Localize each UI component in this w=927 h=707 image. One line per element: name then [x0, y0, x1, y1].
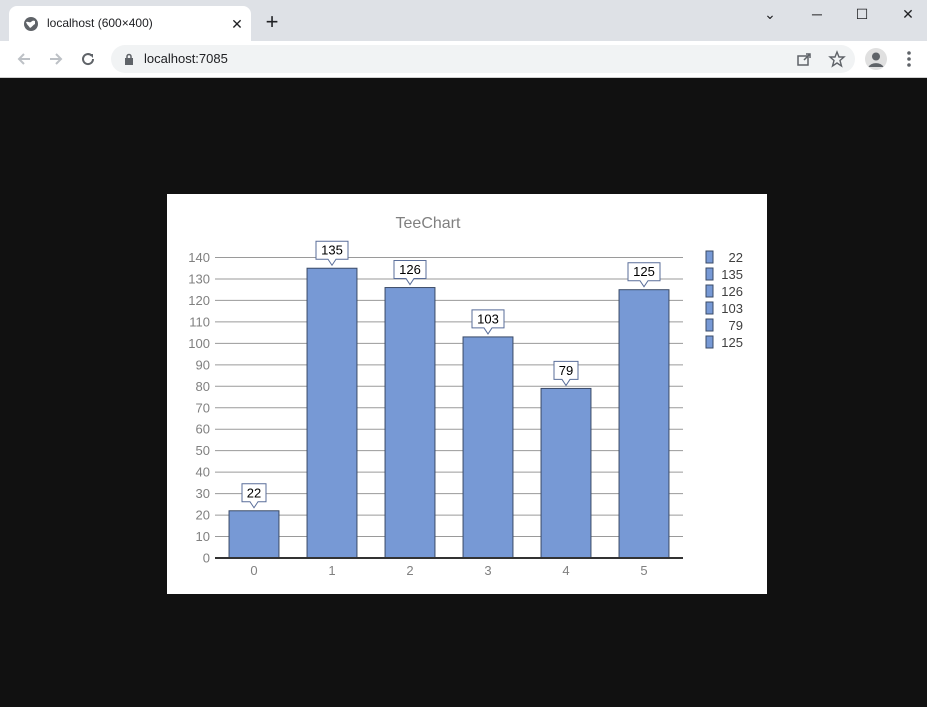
- globe-icon: [24, 17, 38, 31]
- data-label: 126: [393, 260, 427, 286]
- y-tick-label: 60: [196, 422, 210, 437]
- x-tick-label: 3: [484, 563, 491, 578]
- legend-item[interactable]: 79: [705, 318, 743, 333]
- legend-swatch: [705, 301, 714, 315]
- forward-button[interactable]: [46, 49, 66, 69]
- y-tick-label: 40: [196, 465, 210, 480]
- legend-swatch: [705, 284, 714, 298]
- data-label: 22: [241, 483, 267, 509]
- new-tab-button[interactable]: +: [262, 11, 282, 33]
- legend-item[interactable]: 126: [705, 284, 743, 299]
- browser-tab[interactable]: localhost (600×400) ✕: [9, 6, 251, 41]
- y-axis-ticks: 0 10 20 30 40 50 60 70 80 90 100 110 120 130 140: [188, 250, 210, 566]
- tab-search-icon[interactable]: ⌄: [750, 4, 790, 24]
- reload-icon: [82, 53, 95, 66]
- bar: [540, 387, 592, 559]
- data-label-text: 22: [247, 485, 261, 500]
- data-label: 79: [553, 360, 579, 387]
- legend-item[interactable]: 103: [705, 301, 743, 316]
- x-axis-ticks: 0 1 2 3 4 5: [215, 557, 683, 578]
- bar: [618, 289, 670, 559]
- bar: [462, 336, 514, 559]
- legend[interactable]: 22 135 126 103 79 125: [705, 250, 743, 350]
- share-icon[interactable]: [795, 50, 813, 68]
- legend-label: 103: [721, 301, 743, 316]
- legend-item[interactable]: 135: [705, 267, 743, 282]
- legend-label: 126: [721, 284, 743, 299]
- chart-canvas[interactable]: TeeChart 0 10 20 30 40 50 60 70 80 90 100 110 120 130…: [167, 194, 767, 594]
- kebab-menu-icon[interactable]: [900, 49, 918, 69]
- legend-swatch: [705, 250, 714, 264]
- legend-swatch: [705, 267, 714, 281]
- legend-label: 135: [721, 267, 743, 282]
- y-tick-label: 110: [189, 314, 210, 329]
- x-tick-label: 4: [562, 563, 569, 578]
- bar-chart: TeeChart 0102030405060708090100110120130…: [188, 215, 743, 578]
- arrow-right-icon: [50, 53, 63, 65]
- chart-title: TeeChart: [396, 215, 461, 232]
- bar: [384, 287, 436, 559]
- y-tick-label: 100: [188, 336, 210, 351]
- bar: [306, 267, 358, 559]
- y-tick-label: 120: [188, 293, 210, 308]
- avatar-icon[interactable]: [865, 48, 887, 70]
- data-label: 125: [627, 262, 661, 288]
- close-tab-icon[interactable]: ✕: [229, 16, 245, 32]
- x-tick-label: 2: [406, 563, 413, 578]
- x-tick-label: 0: [250, 563, 257, 578]
- address-bar[interactable]: localhost:7085: [111, 45, 855, 73]
- close-window-icon[interactable]: ✕: [888, 4, 927, 24]
- browser-toolbar: localhost:7085: [0, 41, 927, 78]
- bar-series: [228, 267, 670, 559]
- legend-item[interactable]: 125: [705, 335, 743, 350]
- y-tick-label: 0: [203, 551, 210, 566]
- lock-icon: [125, 53, 133, 65]
- x-tick-label: 1: [328, 563, 335, 578]
- legend-item[interactable]: 22: [705, 250, 743, 265]
- data-label-text: 79: [559, 363, 573, 378]
- x-tick-label: 5: [640, 563, 647, 578]
- y-tick-label: 30: [196, 486, 210, 501]
- url-text: localhost:7085: [144, 51, 228, 66]
- data-label: 103: [471, 309, 505, 335]
- data-label-text: 125: [633, 264, 655, 279]
- legend-label: 125: [721, 335, 743, 350]
- reload-button[interactable]: [78, 49, 98, 69]
- legend-swatch: [705, 318, 714, 332]
- grid-lines: [215, 257, 683, 538]
- y-tick-label: 80: [196, 379, 210, 394]
- y-tick-label: 50: [196, 443, 210, 458]
- legend-label: 22: [729, 250, 743, 265]
- tab-strip: localhost (600×400) ✕ + ⌄ ─ ☐ ✕: [0, 0, 927, 41]
- arrow-left-icon: [17, 53, 30, 65]
- data-label-text: 103: [477, 311, 499, 326]
- data-label-text: 126: [399, 262, 421, 277]
- legend-label: 79: [729, 318, 743, 333]
- y-tick-label: 130: [188, 271, 210, 286]
- y-tick-label: 70: [196, 400, 210, 415]
- data-label-text: 135: [321, 243, 343, 258]
- legend-swatch: [705, 335, 714, 349]
- data-label: 135: [315, 240, 349, 267]
- y-tick-label: 90: [196, 357, 210, 372]
- back-button[interactable]: [14, 49, 34, 69]
- y-tick-label: 140: [188, 250, 210, 265]
- y-tick-label: 20: [196, 508, 210, 523]
- star-icon[interactable]: [828, 50, 846, 68]
- y-tick-label: 10: [196, 529, 210, 544]
- minimize-icon[interactable]: ─: [797, 4, 837, 24]
- tab-title: localhost (600×400): [47, 16, 153, 30]
- bar: [228, 510, 280, 559]
- data-labels: 22 135 126 103 79 125: [241, 240, 661, 509]
- maximize-icon[interactable]: ☐: [842, 4, 882, 24]
